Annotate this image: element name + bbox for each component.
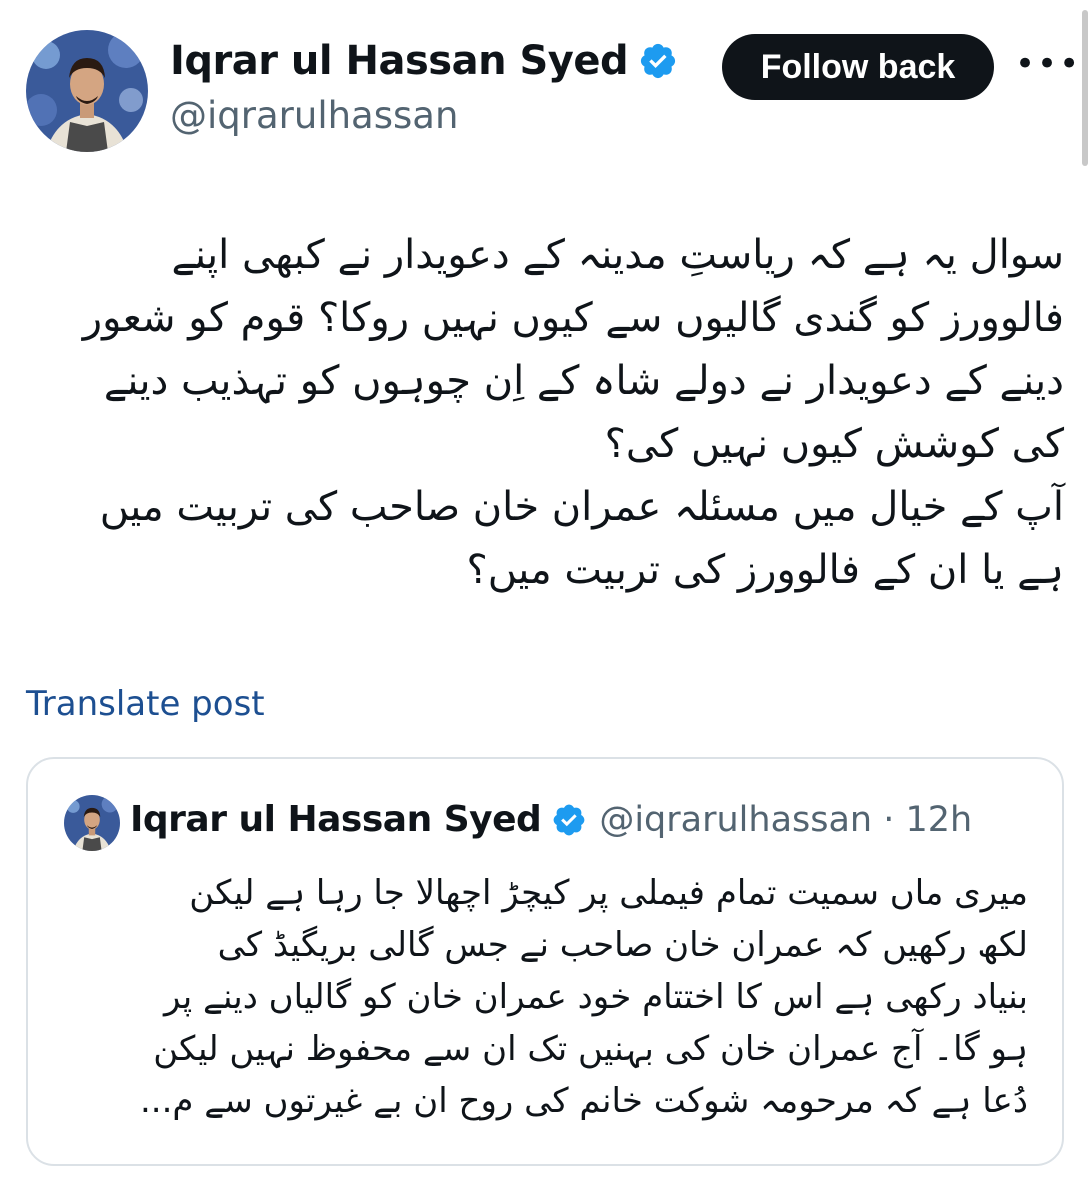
avatar-image	[64, 795, 120, 851]
post-line: فالوورز کو گندی گالیوں سے کیوں نہیں روکا…	[82, 295, 1064, 341]
avatar-image	[26, 30, 148, 152]
post-text: سوال یہ ہے کہ ریاستِ مدینہ کے دعویدار نے…	[24, 224, 1064, 602]
quoted-display-name[interactable]: Iqrar ul Hassan Syed	[130, 799, 542, 840]
post-line: آپ کے خیال میں مسئلہ عمران خان صاحب کی ت…	[99, 484, 1064, 530]
author-name-row: Iqrar ul Hassan Syed	[170, 38, 678, 84]
post-line: ہے یا ان کے فالوورز کی تربیت میں؟	[466, 547, 1064, 593]
quoted-post-text: میری ماں سمیت تمام فیملی پر کیچڑ اچھالا …	[58, 867, 1028, 1127]
quoted-post[interactable]: Iqrar ul Hassan Syed @iqrarulhassan · 12…	[26, 757, 1064, 1166]
author-display-name[interactable]: Iqrar ul Hassan Syed	[170, 38, 629, 84]
quoted-line: ہو گا۔ آج عمران خان کی بہنیں تک ان سے مح…	[153, 1029, 1028, 1069]
post-line: دینے کے دعویدار نے دولے شاہ کے اِن چوہوں…	[103, 358, 1064, 404]
scrollbar[interactable]	[1082, 10, 1088, 166]
quoted-author-avatar[interactable]	[64, 795, 120, 851]
quoted-line: بنیاد رکھی ہے اس کا اختتام خود عمران خان…	[164, 977, 1028, 1017]
post-line: کی کوشش کیوں نہیں کی؟	[604, 421, 1064, 467]
author-avatar[interactable]	[26, 30, 148, 152]
quoted-line: دُعا ہے کہ مرحومہ شوکت خانم کی روح ان بے…	[139, 1081, 1028, 1121]
quoted-line: میری ماں سمیت تمام فیملی پر کیچڑ اچھالا …	[189, 873, 1028, 913]
quoted-handle-time[interactable]: @iqrarulhassan · 12h	[599, 800, 972, 840]
quoted-line: لکھ رکھیں کہ عمران خان صاحب نے جس گالی ب…	[217, 925, 1028, 965]
post-line: سوال یہ ہے کہ ریاستِ مدینہ کے دعویدار نے…	[171, 232, 1064, 278]
author-handle[interactable]: @iqrarulhassan	[170, 94, 458, 137]
quoted-header: Iqrar ul Hassan Syed @iqrarulhassan · 12…	[130, 799, 972, 840]
more-options-icon[interactable]: •••	[1015, 44, 1081, 84]
follow-back-button[interactable]: Follow back	[722, 34, 994, 100]
translate-post-link[interactable]: Translate post	[26, 684, 265, 724]
verified-badge-icon	[553, 804, 585, 835]
verified-badge-icon	[641, 43, 676, 79]
